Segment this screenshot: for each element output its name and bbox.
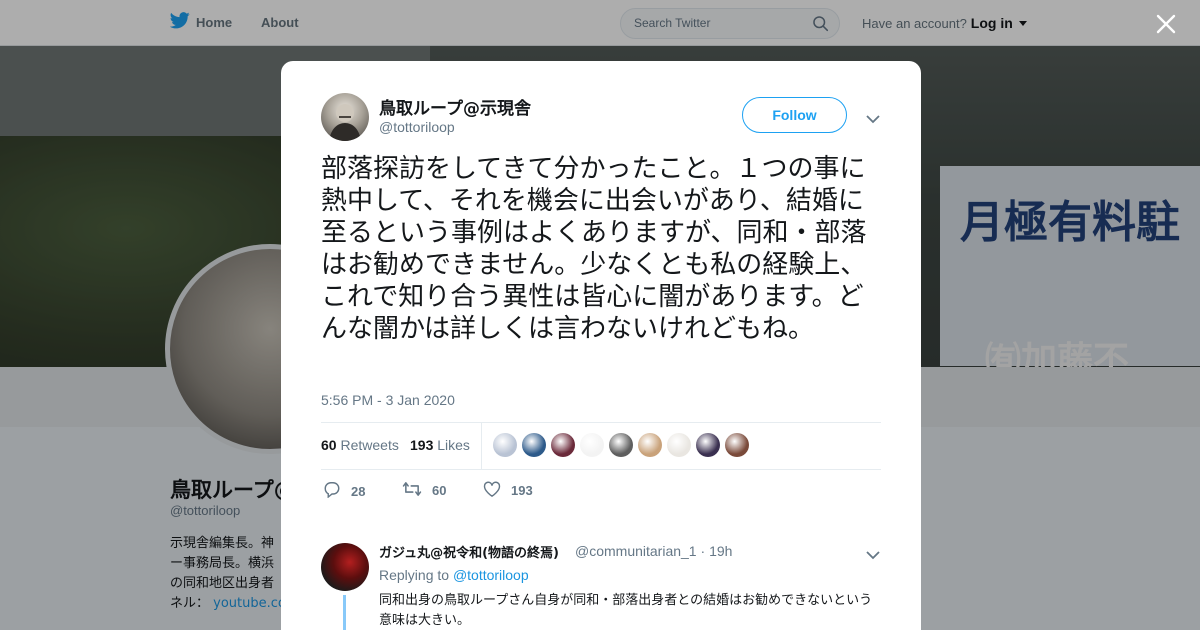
likes-label: Likes [437,437,470,453]
liker-avatar[interactable] [493,433,517,457]
replying-to-link[interactable]: @tottoriloop [453,567,529,583]
reply-chevron-down-icon[interactable] [866,545,880,564]
replying-prefix: Replying to [379,567,450,583]
modal-backdrop-top[interactable] [0,0,1200,46]
retweet-count: 60 [432,483,447,498]
liker-avatar[interactable] [667,433,691,457]
author-handle[interactable]: @tottoriloop [379,119,455,135]
heart-icon [483,481,501,500]
retweets-stat[interactable]: 60 Retweets [321,437,399,453]
author-name[interactable]: 鳥取ループ@示現舎 [379,94,531,119]
reply-icon [323,481,341,501]
liker-avatar[interactable] [580,433,604,457]
reply-separator [281,521,921,533]
retweet-action[interactable]: 60 [402,481,446,500]
liker-avatar[interactable] [609,433,633,457]
liker-avatar[interactable] [522,433,546,457]
tweet-modal: 鳥取ループ@示現舎 @tottoriloop Follow 部落探訪をしてきて分… [281,61,921,630]
reply-avatar[interactable] [321,543,369,591]
tweet-timestamp[interactable]: 5:56 PM - 3 Jan 2020 [321,392,455,408]
close-icon[interactable] [1155,13,1177,35]
replying-to: Replying to @tottoriloop [379,567,529,583]
tweet-text: 部落探訪をしてきて分かったこと。１つの事に熱中して、それを機会に出会いがあり、結… [321,154,867,344]
reply-author-handle[interactable]: @communitarian_1 [575,543,697,559]
liker-avatars [493,433,749,457]
chevron-down-icon[interactable] [866,109,880,128]
retweets-label: Retweets [340,437,399,453]
reply-meta-separator: · [700,543,706,559]
author-avatar[interactable] [321,93,369,141]
stats-divider [481,423,482,469]
reply-text: 同和出身の鳥取ループさん自身が同和・部落出身者との結婚はお勧めできないという意味… [379,593,873,628]
tweet-actions: 28 60 193 [321,481,881,503]
liker-avatar[interactable] [551,433,575,457]
like-count: 193 [511,483,533,498]
like-action[interactable]: 193 [483,481,533,500]
follow-button[interactable]: Follow [742,97,847,133]
liker-avatar[interactable] [696,433,720,457]
reply-count: 28 [351,483,366,499]
likes-stat[interactable]: 193 Likes [410,437,470,453]
reply-time[interactable]: 19h [709,543,732,559]
liker-avatar[interactable] [638,433,662,457]
reply-author-name[interactable]: ガジュ丸@祝令和(物語の終焉) [379,542,559,561]
liker-avatar[interactable] [725,433,749,457]
reply-action[interactable]: 28 [323,481,365,501]
thread-line [343,595,346,630]
reply-meta: @communitarian_1 · 19h [575,543,732,559]
retweet-icon [402,481,422,500]
tweet-stats: 60 Retweets 193 Likes [321,422,881,470]
retweets-count: 60 [321,437,337,453]
likes-count: 193 [410,437,434,453]
